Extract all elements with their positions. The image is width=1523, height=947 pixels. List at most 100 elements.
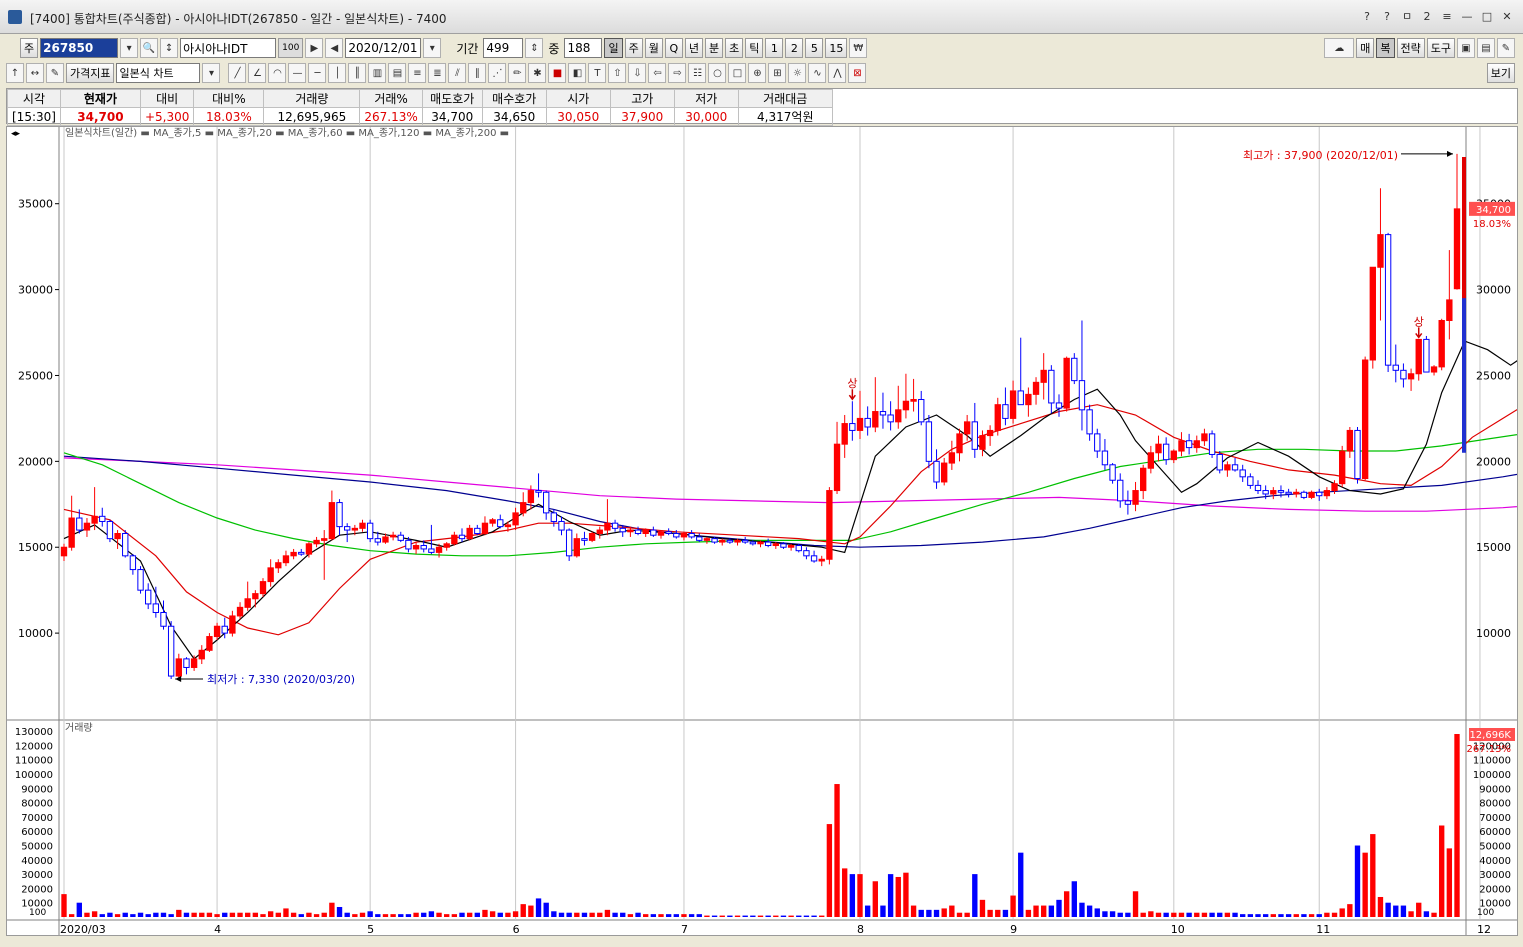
interval-month[interactable]: 월: [644, 38, 663, 58]
mountain-icon[interactable]: ⋀: [828, 63, 847, 83]
link-count-icon[interactable]: 2: [1419, 8, 1435, 26]
interval-5[interactable]: 5: [805, 38, 824, 58]
arc-tool-icon[interactable]: ◠: [268, 63, 287, 83]
interval-year[interactable]: 년: [684, 38, 703, 58]
vol-tick-label-right: 20000: [1479, 884, 1511, 895]
horizontal-line-icon[interactable]: —: [288, 63, 307, 83]
candle-body: [1316, 491, 1323, 497]
pattern-icon[interactable]: ☼: [788, 63, 807, 83]
multi-button[interactable]: 복: [1376, 38, 1395, 58]
interval-second[interactable]: 초: [725, 38, 744, 58]
y-tick-label-right: 30000: [1476, 284, 1511, 297]
square-icon[interactable]: □: [728, 63, 747, 83]
candlestick-chart[interactable]: 2020/03 4 5 6 7 8 9 10 11 12 10000 10000 15000 15000 2…: [7, 127, 1517, 935]
interval-tick[interactable]: 틱: [745, 38, 764, 58]
buy-button[interactable]: 매: [1356, 38, 1375, 58]
next-icon[interactable]: ▶: [305, 38, 324, 58]
view-button[interactable]: 보기: [1486, 63, 1515, 83]
interval-15[interactable]: 15: [825, 38, 848, 58]
fibo-icon[interactable]: ▤: [388, 63, 407, 83]
trend-channel-icon[interactable]: ⫽: [448, 63, 467, 83]
chart-type-dropdown-icon[interactable]: ▾: [202, 63, 221, 83]
up-arrow-icon[interactable]: ⇧: [608, 63, 627, 83]
delete-icon[interactable]: ⊠: [848, 63, 867, 83]
strategy-button[interactable]: 전략: [1396, 38, 1425, 58]
andrews-icon[interactable]: ⋰: [488, 63, 507, 83]
spin-icon[interactable]: ⇕: [525, 38, 544, 58]
volume-bar: [451, 914, 458, 917]
search-icon[interactable]: 🔍: [140, 38, 159, 58]
line-tool-icon[interactable]: ╱: [228, 63, 247, 83]
color-icon[interactable]: ■: [548, 63, 567, 83]
save-icon[interactable]: ▤: [1477, 38, 1495, 58]
period-input[interactable]: 499: [483, 38, 524, 58]
select-icon[interactable]: ⊞: [768, 63, 787, 83]
vol-tick-label-right: 90000: [1479, 784, 1511, 795]
prev-icon[interactable]: ◀: [325, 38, 344, 58]
left-arrow-icon[interactable]: ⇦: [648, 63, 667, 83]
cycle-lines-icon[interactable]: ║: [348, 63, 367, 83]
stock-code-input[interactable]: 267850: [40, 38, 119, 58]
wave-icon[interactable]: ∿: [808, 63, 827, 83]
grid-lines-icon[interactable]: ▥: [368, 63, 387, 83]
date-dropdown-icon[interactable]: ▾: [423, 38, 442, 58]
candle-body: [366, 522, 374, 540]
question-icon[interactable]: ?: [1379, 8, 1395, 26]
open-icon[interactable]: ▣: [1457, 38, 1475, 58]
window-icon[interactable]: ㅁ: [1399, 8, 1415, 26]
fill-icon[interactable]: ◧: [568, 63, 587, 83]
candle-body: [1384, 234, 1392, 366]
interval-day[interactable]: 일: [604, 38, 623, 58]
note-icon[interactable]: ☷: [688, 63, 707, 83]
parallel-icon[interactable]: ∥: [468, 63, 487, 83]
chart-area[interactable]: 2020/03 4 5 6 7 8 9 10 11 12 10000 10000 15000 15000 2…: [6, 126, 1518, 936]
zoom-icon[interactable]: ⊕: [748, 63, 767, 83]
custom-interval-icon[interactable]: ₩: [849, 38, 868, 58]
cloud-icon[interactable]: ☁: [1324, 38, 1355, 58]
chart-type-select[interactable]: 일본식 차트: [116, 63, 201, 83]
interval-week[interactable]: 주: [624, 38, 643, 58]
fibo-retrace-icon[interactable]: ≡: [408, 63, 427, 83]
close-button[interactable]: ✕: [1499, 8, 1515, 26]
volume-bar: [107, 912, 113, 917]
app-icon: [8, 10, 22, 24]
circle-icon[interactable]: ○: [708, 63, 727, 83]
volume-bar: [1063, 891, 1070, 917]
edit-icon[interactable]: ✎: [46, 63, 64, 83]
minimize-button[interactable]: —: [1459, 8, 1475, 26]
right-arrow-icon[interactable]: ⇨: [668, 63, 687, 83]
interval-quarter[interactable]: Q: [664, 38, 683, 58]
settings-icon[interactable]: ✎: [1497, 38, 1515, 58]
interval-minute[interactable]: 분: [704, 38, 724, 58]
dropdown-arrow-icon[interactable]: ▾: [120, 38, 139, 58]
candle-body: [152, 603, 160, 614]
help-icon[interactable]: ?: [1359, 8, 1375, 26]
interval-1[interactable]: 1: [765, 38, 784, 58]
x-tick-label: 9: [1010, 923, 1017, 935]
interval-2[interactable]: 2: [785, 38, 804, 58]
market-select[interactable]: 주: [20, 38, 39, 58]
menu-icon[interactable]: ≡: [1439, 8, 1455, 26]
vertical-line-icon[interactable]: │: [328, 63, 347, 83]
arrow-up-icon[interactable]: ↑: [6, 63, 24, 83]
candle-body: [259, 581, 267, 595]
angle-tool-icon[interactable]: ∠: [248, 63, 267, 83]
expand-icon[interactable]: ↔: [26, 63, 44, 83]
candle-body: [1170, 450, 1177, 461]
tools-button[interactable]: 도구: [1426, 38, 1455, 58]
candle-body: [803, 550, 810, 557]
stock-name-field[interactable]: 아시아나IDT: [180, 38, 277, 58]
count-input[interactable]: 188: [564, 38, 603, 58]
pencil-icon[interactable]: ✏: [508, 63, 527, 83]
volume-bar: [620, 912, 626, 917]
fibo-fan-icon[interactable]: ≣: [428, 63, 447, 83]
volume-bar: [826, 824, 833, 917]
price-indicator-button[interactable]: 가격지표: [66, 63, 115, 83]
sort-icon[interactable]: ↕: [160, 38, 179, 58]
date-input[interactable]: 2020/12/01: [345, 38, 422, 58]
text-icon[interactable]: T: [588, 63, 607, 83]
hline-icon[interactable]: ─: [308, 63, 327, 83]
magic-icon[interactable]: ✱: [528, 63, 547, 83]
maximize-button[interactable]: □: [1479, 8, 1495, 26]
down-arrow-icon[interactable]: ⇩: [628, 63, 647, 83]
